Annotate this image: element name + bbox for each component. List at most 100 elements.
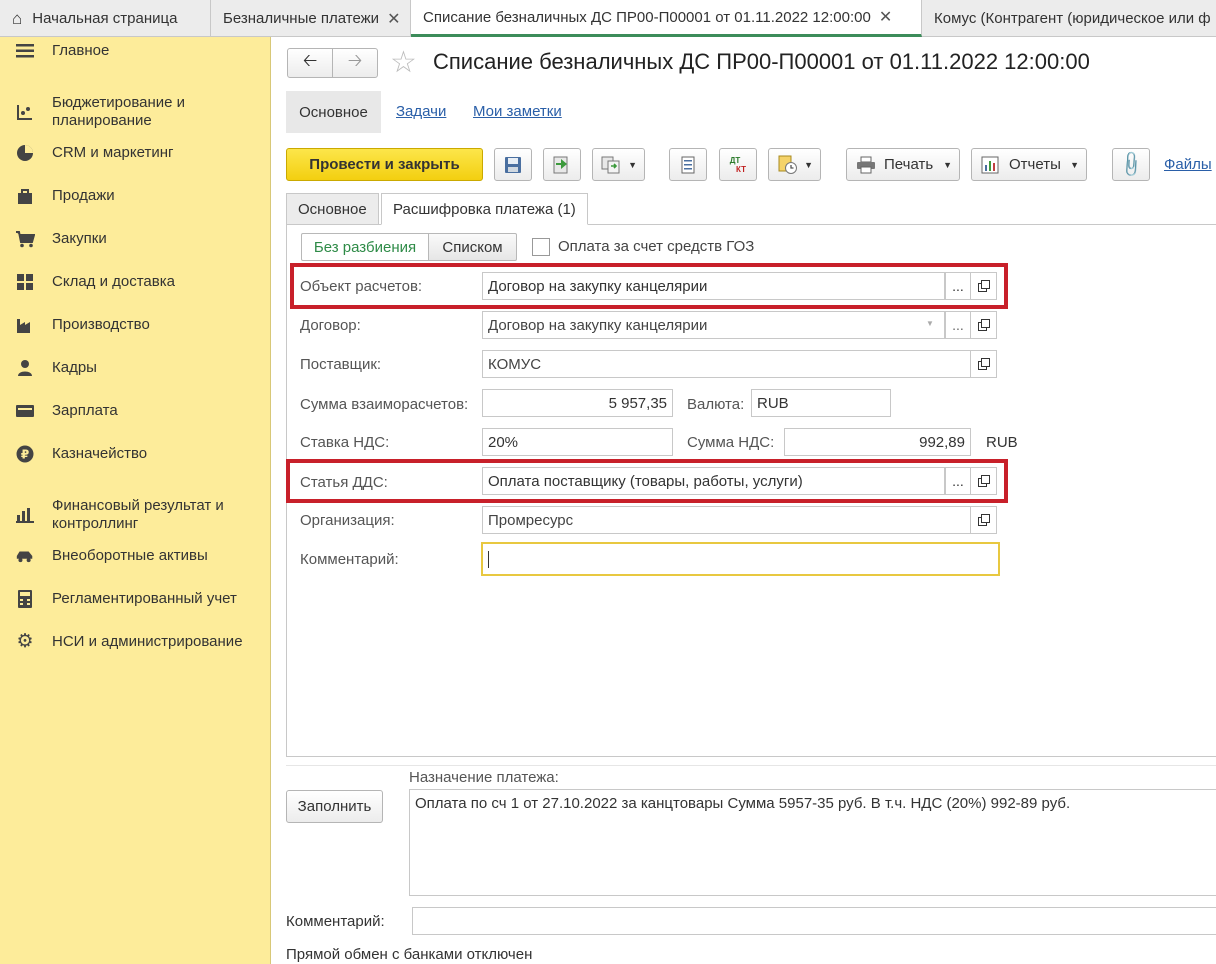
report-icon (981, 156, 999, 173)
tab-home[interactable]: ⌂ Начальная страница (0, 0, 211, 37)
forward-button[interactable]: 🡢 (332, 48, 378, 78)
tab-document[interactable]: Списание безналичных ДС ПР00-П00001 от 0… (411, 0, 922, 37)
nav-tasks-link[interactable]: Задачи (396, 103, 446, 120)
open-icon[interactable] (971, 506, 997, 534)
create-based-on-button[interactable]: ▼ (592, 148, 645, 181)
svg-text:₽: ₽ (21, 448, 29, 462)
fill-button[interactable]: Заполнить (286, 790, 383, 823)
arrow-left-icon: 🡠 (302, 50, 318, 70)
cart-icon (15, 230, 35, 248)
home-icon: ⌂ (12, 8, 23, 28)
organization-field[interactable]: Промресурс (482, 506, 971, 534)
goz-checkbox[interactable] (532, 238, 550, 256)
supplier-field[interactable]: КОМУС (482, 350, 971, 378)
wallet-icon (15, 402, 35, 420)
sidebar-item-label: Продажи (52, 187, 115, 204)
create-based-icon (601, 156, 620, 173)
tab-document-label: Списание безналичных ДС ПР00-П00001 от 0… (423, 8, 871, 26)
sidebar-item-label: Склад и доставка (52, 273, 175, 290)
sidebar-item-label: CRM и маркетинг (52, 144, 174, 161)
settlement-sum-field[interactable]: 5 957,35 (482, 389, 673, 417)
no-split-toggle[interactable]: Без разбиения (301, 233, 429, 261)
ruble-icon: ₽ (15, 445, 35, 463)
chevron-down-icon[interactable]: ▼ (926, 319, 934, 328)
back-button[interactable]: 🡠 (287, 48, 333, 78)
list-icon (681, 156, 695, 173)
vat-sum-field[interactable]: 992,89 (784, 428, 971, 456)
goz-label: Оплата за счет средств ГОЗ (558, 238, 755, 255)
organization-label: Организация: (300, 512, 395, 529)
close-icon[interactable]: ✕ (387, 9, 400, 29)
sidebar-item-label: Закупки (52, 230, 107, 247)
page-title: Списание безналичных ДС ПР00-П00001 от 0… (433, 49, 1090, 74)
arrow-right-icon: 🡢 (347, 50, 363, 70)
save-icon (505, 156, 521, 173)
select-button[interactable]: ... (945, 311, 971, 339)
open-icon[interactable] (971, 350, 997, 378)
car-icon (15, 547, 35, 565)
tab-counterparty-label: Комус (Контрагент (юридическое или ф (934, 10, 1211, 27)
sidebar-item-finance[interactable]: Финансовый результат и контроллинг (0, 496, 271, 534)
vat-currency: RUB (986, 434, 1018, 451)
bank-exchange-status: Прямой обмен с банками отключен (286, 946, 533, 963)
list-toggle[interactable]: Списком (428, 233, 517, 261)
dt-kt-icon-bottom: КТ (736, 164, 746, 174)
document-clock-icon (778, 155, 797, 174)
tab-payment-decode[interactable]: Расшифровка платежа (1) (381, 193, 588, 225)
chevron-down-icon: ▼ (1070, 159, 1079, 170)
sidebar-item-label: Зарплата (52, 402, 118, 419)
sidebar-item-label: Кадры (52, 359, 97, 376)
post-document-icon (553, 156, 568, 173)
sidebar-item-label: Производство (52, 316, 150, 333)
vat-sum-label: Сумма НДС: (687, 434, 775, 451)
attach-button[interactable]: 📎 (1112, 148, 1150, 181)
currency-label: Валюта: (687, 396, 745, 413)
bottom-comment-label: Комментарий: (286, 913, 385, 930)
pie-icon (15, 144, 35, 162)
post-and-close-button[interactable]: Провести и закрыть (286, 148, 483, 181)
dt-kt-button[interactable]: ДТ КТ (719, 148, 757, 181)
nav-notes-link[interactable]: Мои заметки (473, 103, 562, 120)
text-cursor (488, 550, 489, 568)
divider (286, 765, 1216, 766)
bottom-comment-field[interactable] (412, 907, 1216, 935)
files-link[interactable]: Файлы (1164, 156, 1212, 173)
nav-main[interactable]: Основное (286, 91, 381, 133)
sidebar-item-label: Финансовый результат и контроллинг (52, 497, 224, 532)
sidebar-item-label: Бюджетирование и планирование (52, 94, 186, 129)
comment-label: Комментарий: (300, 551, 399, 568)
star-icon[interactable]: ☆ (390, 46, 417, 80)
payment-purpose-label: Назначение платежа: (409, 769, 559, 786)
gear-icon: ⚙ (16, 631, 34, 652)
tab-payments[interactable]: Безналичные платежи ✕ (211, 0, 411, 37)
open-icon[interactable] (971, 311, 997, 339)
vat-rate-label: Ставка НДС: (300, 434, 390, 451)
print-button[interactable]: Печать ▼ (846, 148, 960, 181)
menu-icon (15, 42, 35, 60)
budget-icon (15, 103, 35, 121)
bar-chart-icon (15, 506, 35, 524)
tab-counterparty[interactable]: Комус (Контрагент (юридическое или ф (922, 0, 1216, 37)
print-label: Печать (884, 156, 934, 173)
settlement-sum-label: Сумма взаиморасчетов: (300, 396, 469, 413)
sidebar-item-label: Регламентированный учет (52, 590, 237, 607)
history-button[interactable]: ▼ (768, 148, 821, 181)
comment-field[interactable] (481, 542, 1000, 576)
vat-rate-field[interactable]: 20% (482, 428, 673, 456)
tab-main[interactable]: Основное (286, 193, 379, 225)
contract-field[interactable]: Договор на закупку канцелярии (482, 311, 945, 339)
warehouse-icon (15, 273, 35, 291)
sidebar-item-label: Главное (52, 42, 110, 59)
reports-button[interactable]: Отчеты ▼ (971, 148, 1087, 181)
save-button[interactable] (494, 148, 532, 181)
payment-purpose-textarea[interactable]: Оплата по сч 1 от 27.10.2022 за канцтова… (409, 789, 1216, 896)
currency-field[interactable]: RUB (751, 389, 891, 417)
post-button[interactable] (543, 148, 581, 181)
reports-label: Отчеты (1009, 156, 1061, 173)
document-movements-button[interactable] (669, 148, 707, 181)
tab-home-label: Начальная страница (32, 10, 178, 27)
close-icon[interactable]: ✕ (879, 7, 892, 27)
sidebar-item-budget[interactable]: Бюджетирование и планирование (0, 93, 271, 131)
sidebar: Главное Бюджетирование и планирование CR… (0, 37, 271, 964)
contract-label: Договор: (300, 317, 361, 334)
